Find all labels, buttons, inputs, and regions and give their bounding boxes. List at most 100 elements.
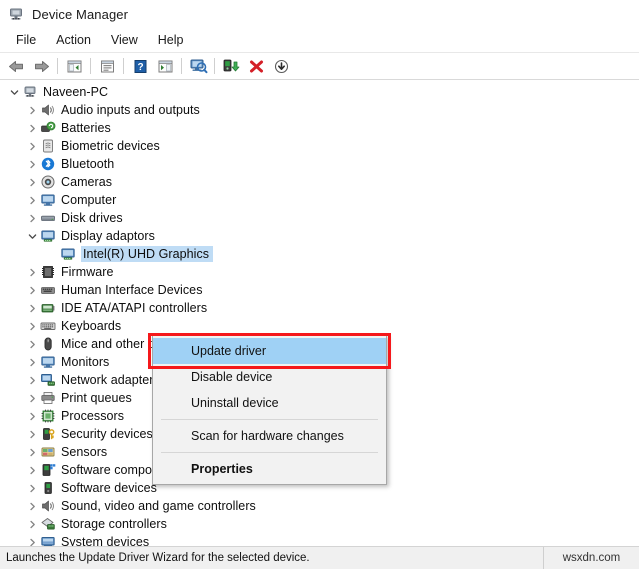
monitor-icon: [40, 192, 56, 208]
chevron-right-icon[interactable]: [24, 178, 40, 187]
ctx-scan-hardware-changes[interactable]: Scan for hardware changes: [153, 423, 386, 449]
menu-view[interactable]: View: [101, 31, 148, 49]
chevron-right-icon[interactable]: [24, 484, 40, 493]
menu-bar: File Action View Help: [0, 28, 639, 53]
tree-label-wrap: Software devices: [61, 481, 157, 495]
tree-item-label: Bluetooth: [61, 157, 115, 171]
system-device-icon: [40, 534, 56, 546]
chevron-right-icon[interactable]: [24, 340, 40, 349]
tree-row-intel-r-uhd-graphics[interactable]: Intel(R) UHD Graphics: [0, 245, 639, 263]
toolbar-properties[interactable]: [95, 55, 119, 77]
context-menu-separator: [161, 419, 378, 420]
chevron-right-icon[interactable]: [24, 466, 40, 475]
toolbar-separator: [181, 58, 182, 74]
chevron-right-icon[interactable]: [24, 376, 40, 385]
window-title: Device Manager: [32, 6, 129, 22]
update-driver-icon: [222, 58, 240, 74]
tree-item-label: Human Interface Devices: [61, 283, 203, 297]
tree-item-label: Print queues: [61, 391, 132, 405]
tree-label-wrap: Intel(R) UHD Graphics: [81, 246, 214, 262]
firmware-chip-icon: [40, 264, 56, 280]
network-adapter-icon: [40, 372, 56, 388]
tree-label-wrap: Sound, video and game controllers: [61, 499, 256, 513]
chevron-right-icon[interactable]: [24, 286, 40, 295]
tree-label-wrap: Biometric devices: [61, 139, 160, 153]
chevron-right-icon[interactable]: [24, 142, 40, 151]
chevron-right-icon[interactable]: [24, 394, 40, 403]
chevron-right-icon[interactable]: [24, 538, 40, 547]
chevron-right-icon[interactable]: [24, 502, 40, 511]
tree-row-biometric-devices[interactable]: Biometric devices: [0, 137, 639, 155]
tree-row-disk-drives[interactable]: Disk drives: [0, 209, 639, 227]
toolbar-disable-device[interactable]: [269, 55, 293, 77]
tree-row-audio-inputs-and-outputs[interactable]: Audio inputs and outputs: [0, 101, 639, 119]
ctx-disable-device[interactable]: Disable device: [153, 364, 386, 390]
device-manager-window: Device Manager File Action View Help ? N…: [0, 0, 639, 569]
tree-row-storage-controllers[interactable]: Storage controllers: [0, 515, 639, 533]
chevron-right-icon[interactable]: [24, 430, 40, 439]
tree-row-root[interactable]: Naveen-PC: [0, 83, 639, 101]
ctx-properties[interactable]: Properties: [153, 456, 386, 482]
context-menu-items: Update driver Disable device Uninstall dev…: [153, 338, 386, 482]
tree-item-label: Network adapters: [61, 373, 160, 387]
tree-item-label: Cameras: [61, 175, 113, 189]
chevron-right-icon[interactable]: [24, 448, 40, 457]
chevron-right-icon[interactable]: [24, 520, 40, 529]
toolbar-console-tree[interactable]: [62, 55, 86, 77]
help-icon: ?: [132, 59, 149, 74]
tree-row-ide-ata-atapi-controllers[interactable]: IDE ATA/ATAPI controllers: [0, 299, 639, 317]
toolbar-back[interactable]: [4, 55, 28, 77]
tree-row-computer[interactable]: Computer: [0, 191, 639, 209]
toolbar-scan-hardware[interactable]: [186, 55, 210, 77]
tree-row-sound-video-and-game-controllers[interactable]: Sound, video and game controllers: [0, 497, 639, 515]
tree-label-wrap: Computer: [61, 193, 116, 207]
tree-item-label: Biometric devices: [61, 139, 160, 153]
tree-label-wrap: Human Interface Devices: [61, 283, 203, 297]
chevron-right-icon[interactable]: [24, 358, 40, 367]
disk-drive-icon: [40, 210, 56, 226]
device-tree-pane[interactable]: Naveen-PC Audio inputs and outputs Batter…: [0, 80, 639, 546]
tree-item-label: Security devices: [61, 427, 153, 441]
tree-item-label: Processors: [61, 409, 125, 423]
tree-row-display-adaptors[interactable]: Display adaptors: [0, 227, 639, 245]
tree-row-system-devices[interactable]: System devices: [0, 533, 639, 546]
chevron-down-icon[interactable]: [24, 232, 40, 241]
toolbar-uninstall-device[interactable]: [244, 55, 268, 77]
battery-icon: [40, 120, 56, 136]
tree-row-human-interface-devices[interactable]: Human Interface Devices: [0, 281, 639, 299]
chevron-right-icon[interactable]: [24, 304, 40, 313]
mouse-icon: [40, 336, 56, 352]
chevron-right-icon[interactable]: [24, 160, 40, 169]
tree-item-label: Batteries: [61, 121, 111, 135]
chevron-right-icon[interactable]: [24, 214, 40, 223]
tree-label-wrap: Audio inputs and outputs: [61, 103, 200, 117]
tree-row-cameras[interactable]: Cameras: [0, 173, 639, 191]
tree-row-keyboards[interactable]: Keyboards: [0, 317, 639, 335]
tree-item-label: Naveen-PC: [43, 85, 109, 99]
chevron-right-icon[interactable]: [24, 196, 40, 205]
svg-text:?: ?: [137, 62, 143, 73]
title-bar: Device Manager: [0, 0, 639, 28]
toolbar-action-pane[interactable]: [153, 55, 177, 77]
ctx-update-driver[interactable]: Update driver: [153, 338, 386, 364]
menu-action[interactable]: Action: [46, 31, 101, 49]
chevron-right-icon[interactable]: [24, 412, 40, 421]
toolbar-update-driver[interactable]: [219, 55, 243, 77]
toolbar-forward[interactable]: [29, 55, 53, 77]
context-menu[interactable]: Update driver Disable device Uninstall dev…: [152, 335, 387, 485]
tree-row-batteries[interactable]: Batteries: [0, 119, 639, 137]
menu-help[interactable]: Help: [148, 31, 194, 49]
tree-item-label: Disk drives: [61, 211, 123, 225]
ctx-uninstall-device[interactable]: Uninstall device: [153, 390, 386, 416]
tree-item-label: System devices: [61, 535, 150, 546]
chevron-right-icon[interactable]: [24, 124, 40, 133]
chevron-right-icon[interactable]: [24, 268, 40, 277]
tree-row-firmware[interactable]: Firmware: [0, 263, 639, 281]
toolbar-help[interactable]: ?: [128, 55, 152, 77]
chevron-right-icon[interactable]: [24, 106, 40, 115]
chevron-down-icon[interactable]: [6, 88, 22, 97]
tree-row-bluetooth[interactable]: Bluetooth: [0, 155, 639, 173]
menu-file[interactable]: File: [6, 31, 46, 49]
tree-item-label: Computer: [61, 193, 117, 207]
chevron-right-icon[interactable]: [24, 322, 40, 331]
